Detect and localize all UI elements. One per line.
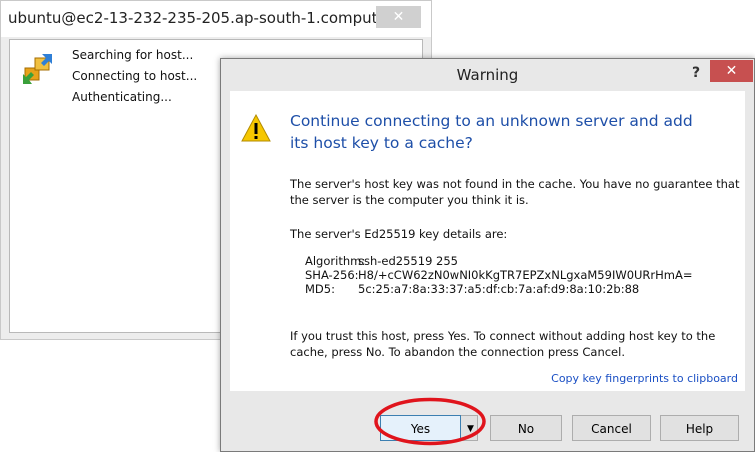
key-detail-value: ssh-ed25519 255 <box>358 254 458 268</box>
network-connect-icon <box>23 54 52 84</box>
key-detail-value: 5c:25:a7:8a:33:37:a5:df:cb:7a:af:d9:8a:1… <box>358 282 640 296</box>
cancel-button[interactable]: Cancel <box>572 415 651 441</box>
key-detail-label: MD5: <box>305 282 335 296</box>
key-detail-md5: MD5: 5c:25:a7:8a:33:37:a5:df:cb:7a:af:d9:… <box>305 282 693 296</box>
warning-paragraph-host-key: The server's host key was not found in t… <box>290 177 740 207</box>
warning-dialog: Warning ? ✕ Continue connecting to an un… <box>220 58 755 452</box>
warning-paragraph-key-details: The server's Ed25519 key details are: <box>290 227 508 241</box>
connection-window-title: ubuntu@ec2-13-232-235-205.ap-south-1.com… <box>8 9 392 27</box>
warning-dialog-titlebar[interactable]: Warning ? ✕ <box>221 59 754 91</box>
yes-button[interactable]: Yes <box>380 415 461 441</box>
yes-dropdown-button[interactable]: ▼ <box>461 415 478 441</box>
key-details: Algorithm:ssh-ed25519 255 SHA-256:H8/+cC… <box>305 254 693 296</box>
warning-dialog-title: Warning <box>456 66 519 84</box>
warning-dialog-close-button[interactable]: ✕ <box>710 60 753 82</box>
status-connecting: Connecting to host... <box>72 69 198 83</box>
connection-window-titlebar[interactable]: ubuntu@ec2-13-232-235-205.ap-south-1.com… <box>1 1 431 37</box>
help-button[interactable]: Help <box>660 415 739 441</box>
key-detail-sha256: SHA-256:H8/+cCW62zN0wNI0kKgTR7EPZxNLgxaM… <box>305 268 693 282</box>
help-title-button[interactable]: ? <box>684 62 708 84</box>
copy-fingerprints-link[interactable]: Copy key fingerprints to clipboard <box>551 372 738 385</box>
warning-icon <box>241 114 271 142</box>
key-detail-algorithm: Algorithm:ssh-ed25519 255 <box>305 254 693 268</box>
key-detail-label: SHA-256: <box>305 268 359 282</box>
connection-window-close-button[interactable]: ✕ <box>376 6 421 28</box>
status-searching: Searching for host... <box>72 48 194 62</box>
key-detail-label: Algorithm: <box>305 254 366 268</box>
status-authenticating: Authenticating... <box>72 90 172 104</box>
status-lines: Searching for host... Connecting to host… <box>72 45 197 108</box>
warning-dialog-body: Continue connecting to an unknown server… <box>230 91 745 391</box>
key-detail-value: H8/+cCW62zN0wNI0kKgTR7EPZxNLgxaM59IW0URr… <box>358 268 693 282</box>
warning-heading: Continue connecting to an unknown server… <box>290 112 693 152</box>
no-button[interactable]: No <box>490 415 562 441</box>
warning-paragraph-instructions: If you trust this host, press Yes. To co… <box>290 329 716 359</box>
